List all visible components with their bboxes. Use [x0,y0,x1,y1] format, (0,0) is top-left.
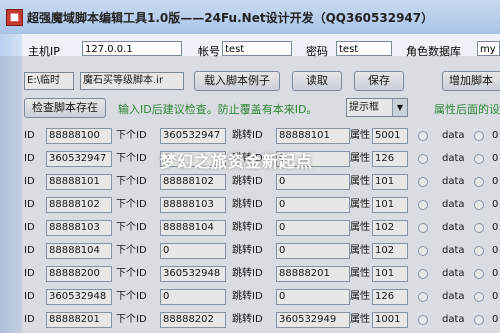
window-title: 超强魔域脚本编辑工具1.0版——24Fu.Net设计开发（QQ360532947… [27,11,434,25]
watermark: 梦幻之旅资金新起点 [160,152,314,171]
host-input[interactable]: 127.0.0.1 [82,41,182,56]
dim-overlay [0,56,500,333]
account-input[interactable]: test [222,41,292,56]
app-icon: ■ [6,9,23,26]
password-input[interactable]: test [336,41,392,56]
title-bar: ■ 超强魔域脚本编辑工具1.0版——24Fu.Net设计开发（QQ3605329… [0,0,500,35]
db-input[interactable]: my [477,41,500,56]
